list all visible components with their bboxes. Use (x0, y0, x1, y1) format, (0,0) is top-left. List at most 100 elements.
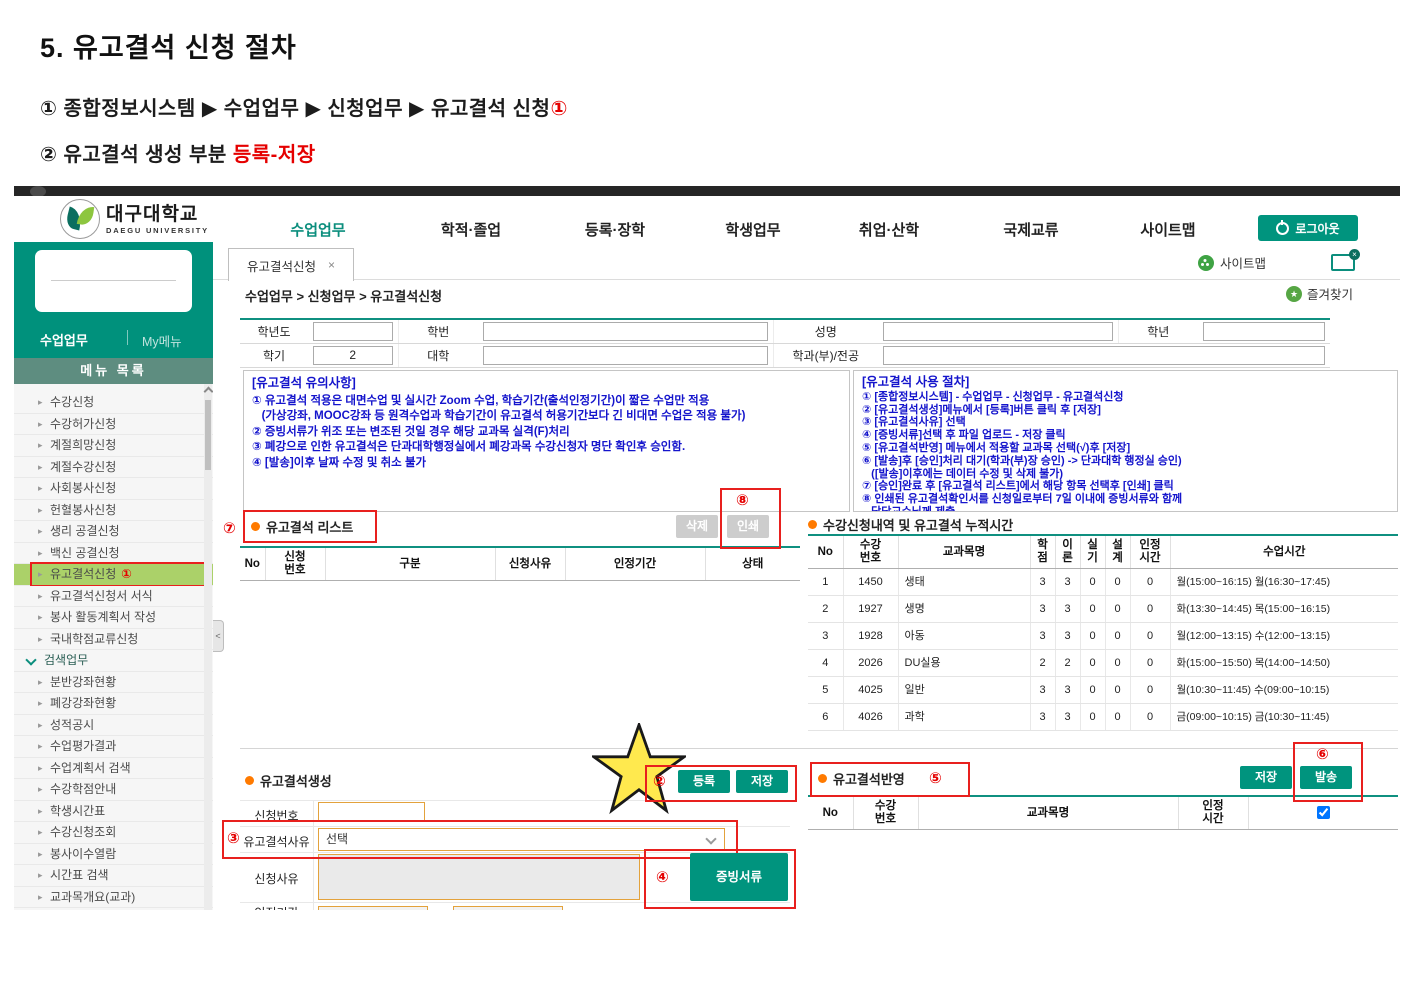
logo-title: 대구대학교 (106, 204, 209, 226)
sitemap-link[interactable]: 사이트맵 (1198, 253, 1266, 272)
sidebar-item-label: 수업계획서 검색 (50, 761, 131, 775)
list-section-title: 유고결석 리스트 (251, 517, 353, 536)
sidebar-tab-mymenu[interactable]: My메뉴 (142, 331, 182, 350)
sidebar-item-3[interactable]: ▸계절수강신청 (14, 457, 213, 479)
table-row[interactable]: 21927생명33000화(13:30~14:45) 목(15:00~16:15… (808, 596, 1398, 623)
notice-line: (가상강좌, MOOC강좌 등 원격수업과 학습기간이 유고결석 허용기간보다 … (252, 409, 841, 425)
application-detail-textarea[interactable] (318, 854, 640, 900)
sidebar-group-12[interactable]: 검색업무 (14, 650, 213, 672)
sidebar-item-14[interactable]: ▸폐강강좌현황 (14, 693, 213, 715)
label-grade: 학년 (1118, 319, 1198, 344)
table-row[interactable]: 31928아동33000월(12:00~13:15) 수(12:00~13:15… (808, 623, 1398, 650)
cell: 6 (808, 704, 843, 731)
sidebar-item-8[interactable]: ▸유고결석신청① (14, 564, 213, 586)
sidebar-item-13[interactable]: ▸분반강좌현황 (14, 672, 213, 694)
sidebar-item-16[interactable]: ▸수업평가결과 (14, 736, 213, 758)
cell: 3 (1030, 596, 1055, 623)
scroll-thumb[interactable] (205, 400, 211, 470)
sidebar-item-21[interactable]: ▸봉사이수열람 (14, 844, 213, 866)
logout-button[interactable]: 로그아웃 (1258, 215, 1358, 241)
sidebar-item-4[interactable]: ▸ 사회봉사신청 (14, 478, 213, 500)
sidebar-item-9[interactable]: ▸유고결석신청서 서식 (14, 586, 213, 608)
sidebar-item-6[interactable]: ▸ 생리 공결신청 (14, 521, 213, 543)
absence-reason-select[interactable]: 선택 (318, 828, 725, 851)
nav-item-5[interactable]: 국제교류 (1003, 219, 1058, 240)
sidebar-item-23[interactable]: ▸교과목개요(교과) (14, 887, 213, 909)
sidebar-item-20[interactable]: ▸수강신청조회 (14, 822, 213, 844)
nav-item-3[interactable]: 학생업무 (725, 219, 780, 240)
apply-table: No수강 번호교과목명인정 시간 (808, 795, 1398, 830)
nav-item-1[interactable]: 학적·졸업 (441, 219, 501, 240)
sidebar-item-10[interactable]: ▸봉사 활동계획서 작성 (14, 607, 213, 629)
college-field[interactable] (483, 346, 768, 365)
notice-line: ③ [유고결석사유] 선택 (862, 416, 1389, 429)
sidebar-item-2[interactable]: ▸계절희망신청 (14, 435, 213, 457)
nav-item-0[interactable]: 수업업무 (290, 219, 345, 240)
select-all-checkbox[interactable] (1317, 806, 1330, 819)
year-field[interactable] (313, 322, 393, 341)
sidebar-item-label: 생리 공결신청 (50, 524, 120, 538)
label-recognition-period: 인정기간 (240, 904, 313, 910)
nav-item-4[interactable]: 취업·산학 (859, 219, 919, 240)
sidebar-item-label: 사회봉사신청 (50, 481, 116, 495)
table-row[interactable]: 11450생태33000월(15:00~16:15) 월(16:30~17:45… (808, 569, 1398, 596)
tab-absence-application[interactable]: 유고결석신청× (228, 248, 354, 281)
grade-field[interactable] (1203, 322, 1325, 341)
cell: 월(15:00~16:15) 월(16:30~17:45) (1170, 569, 1398, 596)
triangle-bullet-icon: ▸ (38, 736, 43, 757)
sidebar-item-label: 국내학점교류신청 (50, 632, 138, 646)
table-row[interactable]: 42026DU실용22000화(15:00~15:50) 목(14:00~14:… (808, 650, 1398, 677)
attach-document-button[interactable]: 증빙서류 (690, 853, 788, 901)
student-no-field[interactable] (483, 322, 768, 341)
cell: 3 (1030, 623, 1055, 650)
triangle-bullet-icon: ▸ (38, 478, 43, 499)
column-header: 신청사유 (495, 547, 565, 581)
apply-save-button[interactable]: 저장 (1240, 766, 1292, 789)
period-start-input[interactable] (318, 906, 428, 910)
sidebar-tab-work[interactable]: 수업업무 (40, 330, 88, 349)
sidebar-item-24[interactable]: ▸취업적진출결 (14, 908, 213, 910)
favorites-link[interactable]: ★즐겨찾기 (1286, 284, 1353, 303)
triangle-bullet-icon: ▸ (38, 414, 43, 435)
scroll-up-icon[interactable] (204, 387, 214, 397)
triangle-bullet-icon: ▸ (38, 908, 43, 910)
window-close-icon[interactable] (1331, 254, 1355, 271)
cell: 금(09:00~10:15) 금(10:30~11:45) (1170, 704, 1398, 731)
period-end-input[interactable] (453, 906, 563, 910)
application-no-input[interactable] (318, 802, 425, 822)
name-field[interactable] (883, 322, 1113, 341)
triangle-bullet-icon: ▸ (38, 521, 43, 542)
cell: 0 (1080, 677, 1105, 704)
tab-close-icon[interactable]: × (328, 258, 335, 272)
nav-item-2[interactable]: 등록·장학 (585, 219, 645, 240)
create-save-button[interactable]: 저장 (736, 770, 788, 793)
major-field[interactable] (883, 346, 1325, 365)
sidebar-item-5[interactable]: ▸헌혈봉사신청 (14, 500, 213, 522)
delete-button[interactable]: 삭제 (676, 515, 718, 538)
triangle-bullet-icon: ▸ (38, 672, 43, 693)
register-button[interactable]: 등록 (678, 770, 730, 793)
sidebar-item-label: 봉사 활동계획서 작성 (50, 610, 156, 624)
notice-cautions: [유고결석 유의사항] ① 유고결석 적용은 대면수업 및 실시간 Zoom 수… (243, 370, 850, 512)
university-logo-icon (60, 199, 100, 239)
table-row[interactable]: 64026과학33000금(09:00~10:15) 금(10:30~11:45… (808, 704, 1398, 731)
sidebar-collapse-handle[interactable]: < (213, 620, 224, 652)
student-info-form: 학년도 학번 성명 학년 학기 2 대학 학과(부)/전공 (240, 318, 1330, 368)
sidebar-item-19[interactable]: ▸학생시간표 (14, 801, 213, 823)
sidebar-item-0[interactable]: ▸수강신청 (14, 392, 213, 414)
print-button[interactable]: 인쇄 (727, 515, 769, 538)
sidebar-item-label: 수강신청조회 (50, 825, 116, 839)
sidebar-item-1[interactable]: ▸수강허가신청 (14, 414, 213, 436)
sidebar-item-22[interactable]: ▸시간표 검색 (14, 865, 213, 887)
semester-field[interactable]: 2 (313, 346, 393, 365)
sidebar-item-18[interactable]: ▸수강학점안내 (14, 779, 213, 801)
sidebar-item-7[interactable]: ▸백신 공결신청 (14, 543, 213, 565)
table-row[interactable]: 54025일반33000월(10:30~11:45) 수(09:00~10:15… (808, 677, 1398, 704)
sidebar-scrollbar[interactable] (204, 384, 212, 910)
cell: 생명 (898, 596, 1030, 623)
nav-item-6[interactable]: 사이트맵 (1140, 219, 1195, 240)
sidebar-item-11[interactable]: ▸국내학점교류신청 (14, 629, 213, 651)
sidebar-item-15[interactable]: ▸성적공시 (14, 715, 213, 737)
sidebar-item-17[interactable]: ▸수업계획서 검색 (14, 758, 213, 780)
send-button[interactable]: 발송 (1300, 766, 1352, 789)
